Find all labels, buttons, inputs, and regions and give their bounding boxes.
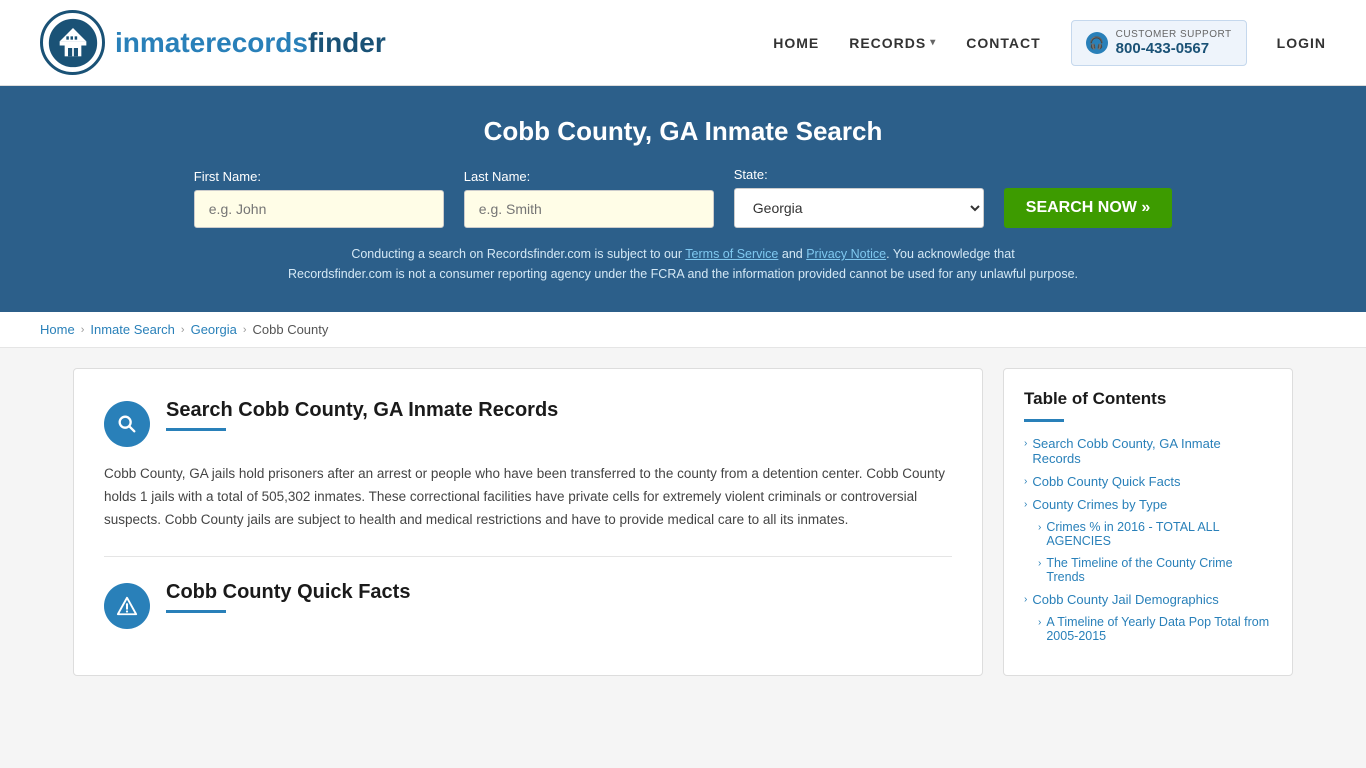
breadcrumb-current: Cobb County: [253, 322, 329, 337]
toc-label-6: Cobb County Jail Demographics: [1032, 592, 1218, 607]
breadcrumb-georgia[interactable]: Georgia: [191, 322, 237, 337]
breadcrumb: Home › Inmate Search › Georgia › Cobb Co…: [0, 312, 1366, 348]
main-nav: HOME RECORDS ▾ CONTACT 🎧 CUSTOMER SUPPOR…: [773, 20, 1326, 66]
toc-link-2[interactable]: › Cobb County Quick Facts: [1024, 474, 1272, 489]
main-container: Search Cobb County, GA Inmate Records Co…: [43, 368, 1323, 676]
toc-divider: [1024, 419, 1064, 422]
section1-underline: [166, 428, 226, 431]
privacy-link[interactable]: Privacy Notice: [806, 247, 886, 261]
search-button[interactable]: SEARCH NOW »: [1004, 188, 1172, 228]
toc-item-7: › A Timeline of Yearly Data Pop Total fr…: [1024, 615, 1272, 643]
section2-underline: [166, 610, 226, 613]
hero-section: Cobb County, GA Inmate Search First Name…: [0, 86, 1366, 312]
search-form: First Name: Last Name: State: Georgia Al…: [40, 167, 1326, 228]
toc-label-3: County Crimes by Type: [1032, 497, 1167, 512]
last-name-group: Last Name:: [464, 169, 714, 228]
toc-chevron-5: ›: [1038, 558, 1041, 569]
state-label: State:: [734, 167, 768, 182]
section1-header: Search Cobb County, GA Inmate Records: [104, 399, 952, 447]
section2-title: Cobb County Quick Facts: [166, 581, 410, 604]
section1-title: Search Cobb County, GA Inmate Records: [166, 399, 558, 422]
tos-link[interactable]: Terms of Service: [685, 247, 778, 261]
section2-title-wrap: Cobb County Quick Facts: [166, 581, 410, 613]
site-header: inmaterecordsfinder HOME RECORDS ▾ CONTA…: [0, 0, 1366, 86]
search-circle-icon: [104, 401, 150, 447]
nav-contact[interactable]: CONTACT: [966, 35, 1040, 51]
page-title: Cobb County, GA Inmate Search: [40, 116, 1326, 147]
toc-item-6: › Cobb County Jail Demographics: [1024, 592, 1272, 607]
breadcrumb-sep-2: ›: [181, 324, 185, 336]
toc-item-2: › Cobb County Quick Facts: [1024, 474, 1272, 489]
toc-label-1: Search Cobb County, GA Inmate Records: [1032, 436, 1272, 466]
toc-chevron-1: ›: [1024, 438, 1027, 449]
toc-chevron-2: ›: [1024, 476, 1027, 487]
toc-item-4: › Crimes % in 2016 - TOTAL ALL AGENCIES: [1024, 520, 1272, 548]
toc-chevron-4: ›: [1038, 522, 1041, 533]
state-select[interactable]: Georgia Alabama Alaska: [734, 188, 984, 228]
support-number: 800-433-0567: [1116, 40, 1232, 57]
customer-support-box[interactable]: 🎧 CUSTOMER SUPPORT 800-433-0567: [1071, 20, 1247, 66]
logo-icon: [40, 10, 105, 75]
toc-label-5: The Timeline of the County Crime Trends: [1046, 556, 1272, 584]
section1-text: Cobb County, GA jails hold prisoners aft…: [104, 463, 952, 532]
last-name-input[interactable]: [464, 190, 714, 228]
login-button[interactable]: LOGIN: [1277, 35, 1326, 51]
breadcrumb-home[interactable]: Home: [40, 322, 75, 337]
toc-item-1: › Search Cobb County, GA Inmate Records: [1024, 436, 1272, 466]
nav-home[interactable]: HOME: [773, 35, 819, 51]
toc-label-7: A Timeline of Yearly Data Pop Total from…: [1046, 615, 1272, 643]
section-divider-1: [104, 556, 952, 557]
toc-item-3: › County Crimes by Type: [1024, 497, 1272, 512]
headphone-icon: 🎧: [1086, 32, 1108, 54]
logo-area: inmaterecordsfinder: [40, 10, 386, 75]
breadcrumb-sep-3: ›: [243, 324, 247, 336]
toc-link-6[interactable]: › Cobb County Jail Demographics: [1024, 592, 1272, 607]
support-label: CUSTOMER SUPPORT: [1116, 29, 1232, 40]
toc-item-5: › The Timeline of the County Crime Trend…: [1024, 556, 1272, 584]
last-name-label: Last Name:: [464, 169, 530, 184]
toc-title: Table of Contents: [1024, 389, 1272, 409]
toc-link-1[interactable]: › Search Cobb County, GA Inmate Records: [1024, 436, 1272, 466]
content-area: Search Cobb County, GA Inmate Records Co…: [73, 368, 983, 676]
records-chevron-icon: ▾: [930, 37, 936, 48]
toc-chevron-3: ›: [1024, 499, 1027, 510]
nav-records[interactable]: RECORDS ▾: [849, 35, 936, 51]
section1-title-wrap: Search Cobb County, GA Inmate Records: [166, 399, 558, 431]
nav-records-label: RECORDS: [849, 35, 926, 51]
support-text: CUSTOMER SUPPORT 800-433-0567: [1116, 29, 1232, 57]
toc-list: › Search Cobb County, GA Inmate Records …: [1024, 436, 1272, 643]
breadcrumb-sep-1: ›: [81, 324, 85, 336]
first-name-input[interactable]: [194, 190, 444, 228]
first-name-label: First Name:: [194, 169, 261, 184]
toc-link-4[interactable]: › Crimes % in 2016 - TOTAL ALL AGENCIES: [1038, 520, 1272, 548]
breadcrumb-inmate-search[interactable]: Inmate Search: [90, 322, 175, 337]
logo-text: inmaterecordsfinder: [115, 27, 386, 59]
toc-link-3[interactable]: › County Crimes by Type: [1024, 497, 1272, 512]
toc-chevron-7: ›: [1038, 617, 1041, 628]
toc-chevron-6: ›: [1024, 594, 1027, 605]
warning-circle-icon: [104, 583, 150, 629]
section2-header: Cobb County Quick Facts: [104, 581, 952, 629]
first-name-group: First Name:: [194, 169, 444, 228]
toc-label-2: Cobb County Quick Facts: [1032, 474, 1180, 489]
disclaimer-text: Conducting a search on Recordsfinder.com…: [40, 244, 1326, 284]
logo-text-bold: finder: [308, 27, 386, 58]
toc-link-7[interactable]: › A Timeline of Yearly Data Pop Total fr…: [1038, 615, 1272, 643]
state-group: State: Georgia Alabama Alaska: [734, 167, 984, 228]
toc-link-5[interactable]: › The Timeline of the County Crime Trend…: [1038, 556, 1272, 584]
toc-label-4: Crimes % in 2016 - TOTAL ALL AGENCIES: [1046, 520, 1272, 548]
logo-text-main: inmaterecords: [115, 27, 308, 58]
sidebar: Table of Contents › Search Cobb County, …: [1003, 368, 1293, 676]
